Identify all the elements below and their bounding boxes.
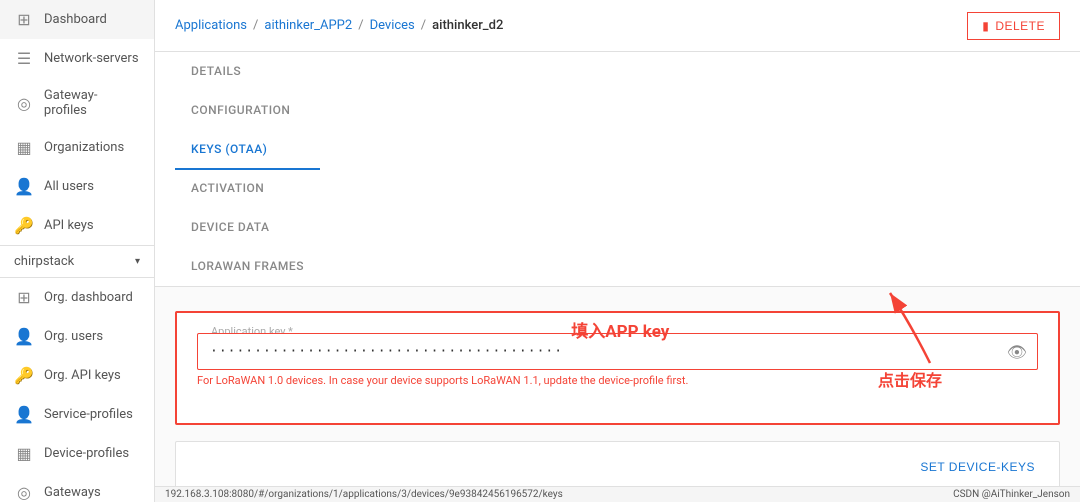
delete-icon: ▮ xyxy=(982,19,989,33)
delete-label: DELETE xyxy=(995,19,1045,33)
sidebar-item-api-keys[interactable]: 🔑 API keys xyxy=(0,206,154,245)
breadcrumb-sep-1: / xyxy=(253,18,258,33)
gateways-icon: ◎ xyxy=(14,483,34,502)
main-content: Applications / aithinker_APP2 / Devices … xyxy=(155,0,1080,502)
all-users-icon: 👤 xyxy=(14,177,34,196)
app-key-card: Application key * 👁 For LoRaWAN 1.0 devi… xyxy=(175,311,1060,425)
action-bar: SET DEVICE-KEYS xyxy=(175,441,1060,486)
statusbar-credit: CSDN @AiThinker_Jenson xyxy=(953,489,1070,500)
topbar: Applications / aithinker_APP2 / Devices … xyxy=(155,0,1080,52)
breadcrumb-device: aithinker_d2 xyxy=(432,18,503,33)
network-servers-icon: ☰ xyxy=(14,49,34,68)
org-dashboard-icon: ⊞ xyxy=(14,288,34,307)
sidebar-item-all-users[interactable]: 👤 All users xyxy=(0,167,154,206)
delete-button[interactable]: ▮ DELETE xyxy=(967,12,1060,40)
tab-keys-otaa[interactable]: KEYS (OTAA) xyxy=(175,130,320,170)
sidebar-label-service-profiles: Service-profiles xyxy=(44,407,133,422)
gateway-profiles-icon: ◎ xyxy=(14,94,34,113)
sidebar-label-gateway-profiles: Gateway-profiles xyxy=(44,88,140,118)
sidebar-item-org-api-keys[interactable]: 🔑 Org. API keys xyxy=(0,356,154,395)
api-keys-icon: 🔑 xyxy=(14,216,34,235)
sidebar-label-device-profiles: Device-profiles xyxy=(44,446,129,461)
sidebar-label-all-users: All users xyxy=(44,179,94,194)
chevron-down-icon: ▾ xyxy=(135,256,140,267)
tab-device-data[interactable]: DEVICE DATA xyxy=(175,208,320,248)
breadcrumb: Applications / aithinker_APP2 / Devices … xyxy=(175,18,503,33)
sidebar-label-dashboard: Dashboard xyxy=(44,12,107,27)
sidebar-item-org-dashboard[interactable]: ⊞ Org. dashboard xyxy=(0,278,154,317)
sidebar-label-api-keys: API keys xyxy=(44,218,94,233)
app-key-hint: For LoRaWAN 1.0 devices. In case your de… xyxy=(197,374,1038,387)
sidebar-item-gateway-profiles[interactable]: ◎ Gateway-profiles xyxy=(0,78,154,128)
breadcrumb-sep-2: / xyxy=(358,18,363,33)
sidebar-item-gateways[interactable]: ◎ Gateways xyxy=(0,473,154,502)
app-key-input[interactable] xyxy=(198,334,1037,369)
sidebar-label-gateways: Gateways xyxy=(44,485,101,500)
tab-lorawan-frames[interactable]: LORAWAN FRAMES xyxy=(175,247,320,287)
tab-activation[interactable]: ACTIVATION xyxy=(175,169,320,209)
content-area: Application key * 👁 For LoRaWAN 1.0 devi… xyxy=(155,287,1080,486)
eye-icon[interactable]: 👁 xyxy=(1007,342,1027,361)
tab-configuration[interactable]: CONFIGURATION xyxy=(175,91,320,131)
sidebar-label-org-dashboard: Org. dashboard xyxy=(44,290,133,305)
org-name: chirpstack xyxy=(14,254,74,269)
breadcrumb-devices[interactable]: Devices xyxy=(370,18,415,33)
org-api-keys-icon: 🔑 xyxy=(14,366,34,385)
breadcrumb-applications[interactable]: Applications xyxy=(175,18,247,33)
service-profiles-icon: 👤 xyxy=(14,405,34,424)
sidebar-top-section: ⊞ Dashboard ☰ Network-servers ◎ Gateway-profi… xyxy=(0,0,154,246)
tab-bar: DETAILSCONFIGURATIONKEYS (OTAA)ACTIVATIO… xyxy=(155,52,1080,287)
sidebar-item-organizations[interactable]: ▦ Organizations xyxy=(0,128,154,167)
sidebar-item-org-users[interactable]: 👤 Org. users xyxy=(0,317,154,356)
sidebar-label-org-api-keys: Org. API keys xyxy=(44,368,121,383)
tab-details[interactable]: DETAILS xyxy=(175,52,320,92)
set-device-keys-button[interactable]: SET DEVICE-KEYS xyxy=(916,454,1039,480)
organizations-icon: ▦ xyxy=(14,138,34,157)
dashboard-icon: ⊞ xyxy=(14,10,34,29)
breadcrumb-app2[interactable]: aithinker_APP2 xyxy=(264,18,352,33)
sidebar-label-organizations: Organizations xyxy=(44,140,124,155)
sidebar-item-service-profiles[interactable]: 👤 Service-profiles xyxy=(0,395,154,434)
device-profiles-icon: ▦ xyxy=(14,444,34,463)
statusbar: 192.168.3.108:8080/#/organizations/1/app… xyxy=(155,486,1080,502)
sidebar-label-org-users: Org. users xyxy=(44,329,103,344)
sidebar-item-network-servers[interactable]: ☰ Network-servers xyxy=(0,39,154,78)
org-nav-section: ⊞ Org. dashboard 👤 Org. users 🔑 Org. API keys… xyxy=(0,278,154,502)
sidebar-label-network-servers: Network-servers xyxy=(44,51,139,66)
org-selector[interactable]: chirpstack ▾ xyxy=(0,246,154,278)
breadcrumb-sep-3: / xyxy=(421,18,426,33)
sidebar-item-dashboard[interactable]: ⊞ Dashboard xyxy=(0,0,154,39)
sidebar-item-device-profiles[interactable]: ▦ Device-profiles xyxy=(0,434,154,473)
app-key-field: Application key * 👁 For LoRaWAN 1.0 devi… xyxy=(197,333,1038,387)
statusbar-url: 192.168.3.108:8080/#/organizations/1/app… xyxy=(165,489,563,500)
org-users-icon: 👤 xyxy=(14,327,34,346)
app-key-input-wrapper: 👁 xyxy=(197,333,1038,370)
sidebar: ⊞ Dashboard ☰ Network-servers ◎ Gateway-profi… xyxy=(0,0,155,502)
